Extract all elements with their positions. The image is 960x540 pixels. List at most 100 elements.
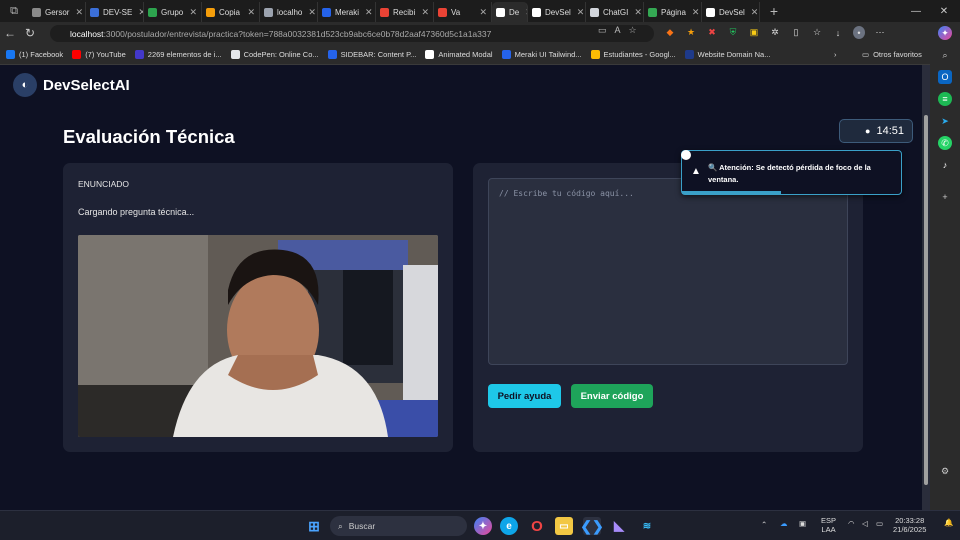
bookmark-item[interactable]: CodePen: Online Co... [230,49,319,59]
whatsapp-icon[interactable]: ✆ [938,136,952,150]
bookmark-item[interactable]: (1) Facebook [6,49,63,59]
close-tab-icon[interactable]: ✕ [575,7,585,18]
minimize-button[interactable]: — [904,0,928,22]
close-tab-icon[interactable]: ✕ [749,7,759,18]
spotify-icon[interactable]: ≡ [938,92,952,106]
browser-tab[interactable]: Recibi ✕ [376,2,434,22]
onedrive-icon[interactable]: ☁ [780,519,788,528]
shield-icon[interactable]: ⛨ [727,26,739,39]
bookmark-item[interactable]: Meraki UI Tailwind... [501,49,582,59]
favorite-star-icon[interactable]: ☆ [629,25,637,36]
taskbar-search[interactable]: ⌕ Buscar [330,516,467,536]
windows-taskbar: ⊞ ⌕ Buscar ✦ e O ▭ ❮❯ ◣ ≋ ⌃ ☁ ▣ ESP LAA … [0,510,960,540]
workspaces-icon[interactable]: ⧉ [0,0,28,22]
brand-name: DevSelectAI [43,76,130,94]
url-field[interactable]: localhost:3000/postulador/entrevista/pra… [50,25,654,42]
notifications-icon[interactable]: 🔔 [944,518,953,527]
browser-tab[interactable]: ChatGI ✕ [586,2,644,22]
keyboard-layout: LAA [821,525,836,534]
copilot-app-icon[interactable]: ✦ [474,517,492,535]
close-tab-icon[interactable]: ✕ [632,7,642,18]
bookmark-item[interactable]: 2269 elementos de i... [134,49,222,59]
telegram-icon[interactable]: ➤ [938,114,952,128]
copilot-icon[interactable]: ✦ [938,26,952,40]
search-icon[interactable]: ⌕ [938,48,952,62]
close-tab-icon[interactable]: ✕ [363,7,373,18]
browser-tab[interactable]: DevSel ✕ [702,2,760,22]
brand-logo[interactable]: ◐ DevSelectAI [13,73,130,97]
outlook-icon[interactable]: O [938,70,952,84]
file-explorer-icon[interactable]: ▭ [555,517,573,535]
browser-tab[interactable]: DEV-SE✕ [86,2,144,22]
tab-label: Copia [219,7,240,17]
scrollbar-thumb[interactable] [924,115,928,485]
extension-icon[interactable]: ★ [685,26,697,39]
close-tab-icon[interactable]: ✕ [136,7,143,18]
add-app-icon[interactable]: + [938,190,952,204]
page-scrollbar[interactable] [922,65,930,510]
browser-tab[interactable]: Va ✕ [434,2,492,22]
bookmark-item[interactable]: (7) YouTube [72,49,126,59]
extensions-icon[interactable]: ✲ [769,26,781,39]
reload-button[interactable]: ↻ [20,22,40,44]
visual-studio-icon[interactable]: ◣ [610,517,628,535]
clock[interactable]: 20:33:28 21/6/2025 [893,516,926,534]
edge-app-icon[interactable]: e [500,517,518,535]
show-hidden-icons[interactable]: ⌃ [761,520,767,529]
close-tab-icon[interactable]: ✕ [690,7,700,18]
tray-app-icon[interactable]: ▣ [799,519,806,528]
volume-icon[interactable]: ◁ [862,519,868,528]
browser-tab[interactable]: Gersor ✕ [28,2,86,22]
tiktok-icon[interactable]: ♪ [938,158,952,172]
extension-icon[interactable]: ✖ [706,26,718,39]
browser-tab[interactable]: Grupo ✕ [144,2,202,22]
close-window-button[interactable]: ✕ [928,0,960,22]
new-tab-button[interactable]: + [760,0,788,22]
folder-icon: ▭ [862,50,870,59]
vscode-app-icon[interactable]: ❮❯ [580,517,604,535]
language-code: ESP [821,516,837,525]
bookmark-item[interactable]: Website Domain Na... [684,49,770,59]
language-indicator[interactable]: ESP LAA [821,516,836,534]
submit-code-button[interactable]: Enviar código [571,384,653,408]
tab-strip: ⧉ Gersor✕DEV-SE✕Grupo✕Copia✕localho✕Mera… [0,0,960,22]
extension-icon[interactable]: ▣ [748,26,760,39]
app-icon[interactable]: ≋ [638,517,656,535]
screen-share-icon[interactable]: ▭ [598,25,607,36]
read-aloud-icon[interactable]: A [615,25,621,36]
more-menu-icon[interactable]: ⋯ [874,26,886,39]
windows-start-icon[interactable]: ⊞ [305,517,323,535]
code-editor[interactable]: // Escribe tu código aquí... [488,178,848,365]
browser-tab[interactable]: DevSel ✕ [528,2,586,22]
other-favorites[interactable]: ▭ Otros favoritos [862,50,922,59]
bookmarks-overflow-icon[interactable]: › [834,50,837,59]
close-tab-icon[interactable]: ✕ [187,7,197,18]
bookmark-item[interactable]: Estudiantes - Googl... [590,49,676,59]
wifi-icon[interactable]: ◠ [848,519,855,528]
close-tab-icon[interactable]: ✕ [245,7,255,18]
close-tab-icon[interactable]: ✕ [306,7,316,18]
download-icon[interactable]: ↓ [832,26,844,39]
bookmark-item[interactable]: SIDEBAR: Content P... [327,49,416,59]
browser-tab[interactable]: Meraki ✕ [318,2,376,22]
browser-tab[interactable]: Página ✕ [644,2,702,22]
opera-app-icon[interactable]: O [528,517,546,535]
split-screen-icon[interactable]: ▯ [790,26,802,39]
close-tab-icon[interactable]: ✕ [419,7,429,18]
close-tab-icon[interactable]: ✕ [477,7,487,18]
browser-tab[interactable]: De✕ [492,2,528,22]
request-help-button[interactable]: Pedir ayuda [488,384,561,408]
favorites-icon[interactable]: ☆ [811,26,823,39]
brain-icon: ◐ [13,73,37,97]
profile-avatar[interactable]: • [853,26,865,39]
close-tab-icon[interactable]: ✕ [73,7,83,18]
battery-icon[interactable]: ▭ [876,519,883,528]
bookmark-item[interactable]: Animated Modal [425,49,493,59]
bookmark-favicon-icon [327,49,337,59]
browser-tab[interactable]: Copia ✕ [202,2,260,22]
sidebar-settings-icon[interactable]: ⚙ [938,464,952,478]
browser-tab[interactable]: localho ✕ [260,2,318,22]
tab-favicon-icon [590,7,599,17]
back-button[interactable]: ← [0,22,20,44]
extension-icon[interactable]: ◆ [664,26,676,39]
